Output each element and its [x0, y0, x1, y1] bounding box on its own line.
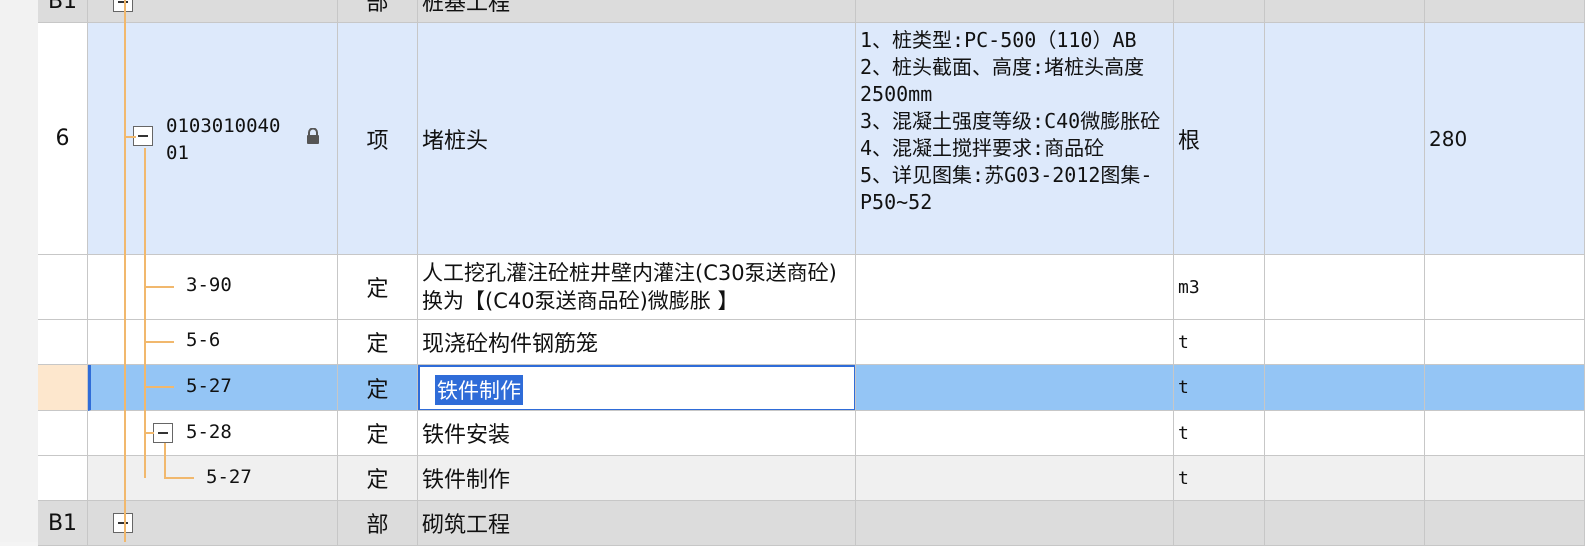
type-cell: 定	[338, 411, 418, 456]
row-seq	[38, 411, 88, 456]
type-cell: 项	[338, 23, 418, 255]
table-row[interactable]: 6 0103010040 01 项 堵桩头 1、桩类型:PC-500（110）A…	[38, 23, 1585, 255]
tree-line	[144, 341, 174, 343]
qty-cell[interactable]	[1425, 255, 1585, 320]
feature-cell[interactable]	[856, 456, 1174, 501]
name-cell[interactable]: 人工挖孔灌注砼桩井壁内灌注(C30泵送商砼) 换为【(C40泵送商品砼)微膨胀 …	[418, 255, 856, 320]
qty-cell[interactable]	[1425, 411, 1585, 456]
tree-line	[144, 286, 174, 288]
qty-cell[interactable]	[1425, 365, 1585, 411]
selected-text: 铁件制作	[435, 375, 523, 405]
name-cell[interactable]: 堵桩头	[418, 23, 856, 255]
qty-cell[interactable]	[1425, 0, 1585, 23]
tree-line	[144, 432, 154, 434]
row-seq: 6	[38, 23, 88, 255]
feature-cell[interactable]	[856, 365, 1174, 411]
lock-icon	[307, 128, 319, 144]
row-seq: B1	[38, 501, 88, 546]
qty-expr-cell[interactable]	[1265, 23, 1425, 255]
name-edit-cell[interactable]: 铁件制作	[418, 365, 856, 411]
name-text: 人工挖孔灌注砼桩井壁内灌注(C30泵送商砼) 换为【(C40泵送商品砼)微膨胀 …	[422, 261, 844, 313]
qty-cell[interactable]	[1425, 320, 1585, 365]
unit-cell[interactable]: m3	[1174, 255, 1265, 320]
tree-line	[124, 136, 136, 138]
name-cell[interactable]: 铁件制作	[418, 456, 856, 501]
item-code: 3-90	[186, 274, 232, 296]
feature-cell[interactable]	[856, 320, 1174, 365]
table-row[interactable]: 5-6 定 现浇砼构件钢筋笼 t	[38, 320, 1585, 365]
qty-expr-cell[interactable]	[1265, 320, 1425, 365]
tree-line	[124, 0, 126, 542]
minus-box-icon[interactable]	[113, 0, 133, 12]
row-seq	[38, 365, 88, 411]
unit-cell[interactable]: t	[1174, 456, 1265, 501]
type-cell: 部	[338, 0, 418, 23]
unit-cell[interactable]	[1174, 0, 1265, 23]
table-row[interactable]: B1 部 桩基工程	[38, 0, 1585, 23]
minus-box-icon[interactable]	[153, 423, 173, 443]
unit-cell[interactable]: t	[1174, 365, 1265, 411]
qty-cell[interactable]: 280	[1425, 23, 1585, 255]
qty-expr-cell[interactable]	[1265, 411, 1425, 456]
type-cell: 定	[338, 365, 418, 411]
row-seq	[38, 255, 88, 320]
tree-line	[164, 443, 166, 478]
item-code: 5-28	[186, 421, 232, 443]
type-cell: 定	[338, 255, 418, 320]
type-cell: 定	[338, 320, 418, 365]
unit-cell[interactable]: t	[1174, 411, 1265, 456]
item-code: 5-27	[186, 375, 232, 397]
name-cell[interactable]: 砌筑工程	[418, 501, 856, 546]
name-cell[interactable]: 桩基工程	[418, 0, 856, 23]
left-gutter	[0, 0, 38, 542]
feature-cell[interactable]	[856, 0, 1174, 23]
item-code: 5-6	[186, 329, 221, 351]
qty-expr-cell[interactable]	[1265, 0, 1425, 23]
unit-cell[interactable]: t	[1174, 320, 1265, 365]
table-row-selected[interactable]: 5-27 定 铁件制作 t	[38, 365, 1585, 411]
name-cell[interactable]: 铁件安装	[418, 411, 856, 456]
unit-cell[interactable]: 根	[1174, 23, 1265, 255]
row-seq	[38, 320, 88, 365]
table-row[interactable]: B1 部 砌筑工程	[38, 501, 1585, 546]
feature-cell[interactable]	[856, 501, 1174, 546]
budget-table: B1 部 桩基工程 6 0103010040 01 项 堵桩头 1、桩类型:PC…	[38, 0, 1585, 546]
tree-line	[144, 386, 174, 388]
feature-cell[interactable]: 1、桩类型:PC-500（110）AB 2、桩头截面、高度:堵桩头高度2500m…	[856, 23, 1174, 255]
tree-line	[164, 477, 194, 479]
row-seq	[38, 456, 88, 501]
table-row[interactable]: 5-27 定 铁件制作 t	[38, 456, 1585, 501]
qty-cell[interactable]	[1425, 501, 1585, 546]
item-code: 0103010040 01	[166, 115, 281, 164]
unit-cell[interactable]	[1174, 501, 1265, 546]
table-row[interactable]: 5-28 定 铁件安装 t	[38, 411, 1585, 456]
qty-cell[interactable]	[1425, 456, 1585, 501]
minus-box-icon[interactable]	[133, 126, 153, 146]
name-cell[interactable]: 现浇砼构件钢筋笼	[418, 320, 856, 365]
row-seq: B1	[38, 0, 88, 23]
table-row[interactable]: 3-90 定 人工挖孔灌注砼桩井壁内灌注(C30泵送商砼) 换为【(C40泵送商…	[38, 255, 1585, 320]
qty-expr-cell[interactable]	[1265, 456, 1425, 501]
qty-expr-cell[interactable]	[1265, 365, 1425, 411]
minus-box-icon[interactable]	[113, 513, 133, 533]
item-code: 5-27	[206, 466, 252, 488]
name-edit-input[interactable]: 铁件制作	[418, 365, 855, 410]
feature-cell[interactable]	[856, 411, 1174, 456]
qty-expr-cell[interactable]	[1265, 255, 1425, 320]
feature-text: 1、桩类型:PC-500（110）AB 2、桩头截面、高度:堵桩头高度2500m…	[860, 28, 1161, 214]
tree-line	[144, 148, 146, 478]
qty-expr-cell[interactable]	[1265, 501, 1425, 546]
type-cell: 部	[338, 501, 418, 546]
feature-cell[interactable]	[856, 255, 1174, 320]
type-cell: 定	[338, 456, 418, 501]
